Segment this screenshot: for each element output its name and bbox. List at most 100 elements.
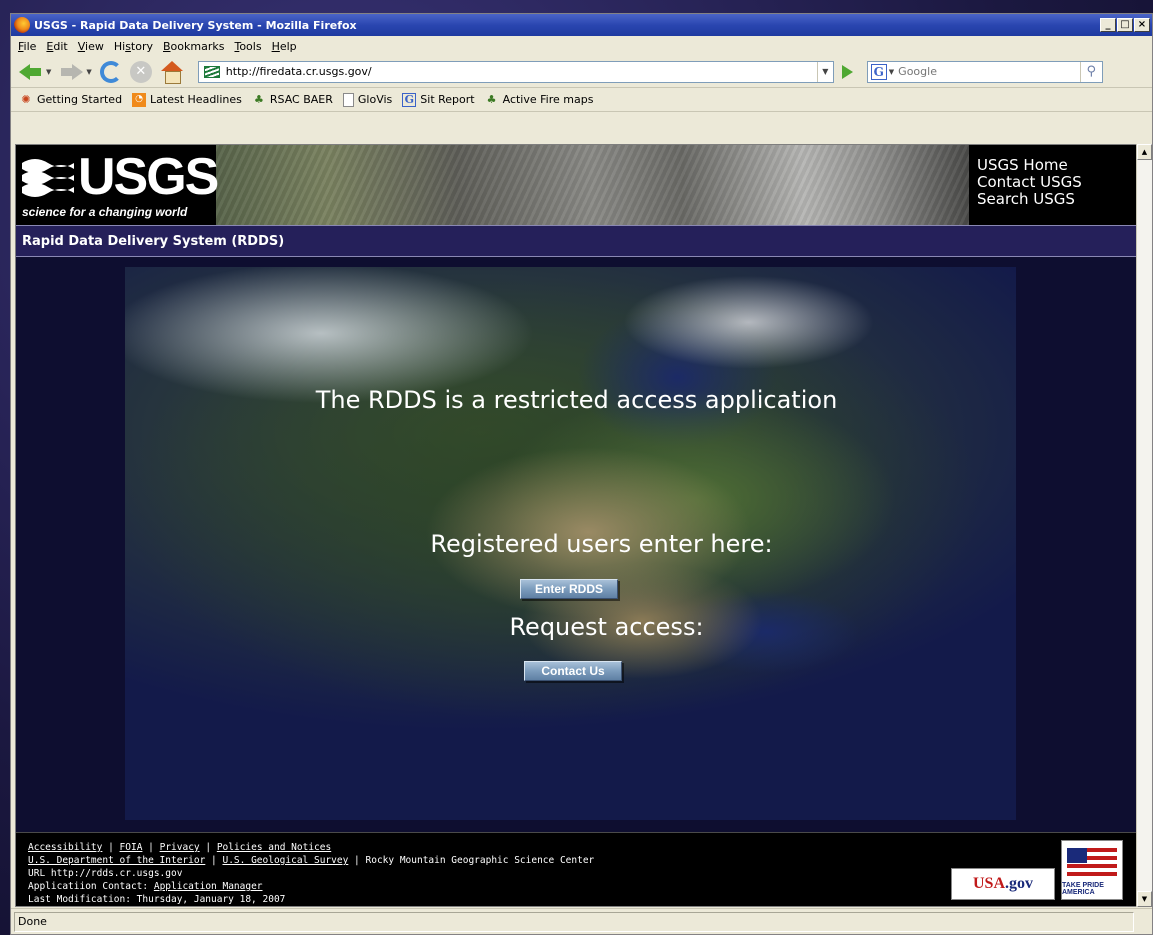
- request-access-heading: Request access:: [509, 613, 704, 641]
- menu-history[interactable]: History: [110, 40, 159, 53]
- rss-icon: ◔: [132, 92, 147, 107]
- take-pride-america-logo[interactable]: TAKE PRIDE AMERICA: [1061, 840, 1123, 900]
- registered-users-heading: Registered users enter here:: [430, 530, 773, 558]
- site-favicon-icon: [203, 65, 220, 78]
- usgs-logo-tagline: science for a changing world: [22, 205, 188, 219]
- contact-us-button[interactable]: Contact Us: [524, 661, 622, 681]
- usgs-header-banner: USGS science for a changing world USGS H…: [16, 145, 1137, 225]
- magnifier-icon: ⚲: [1086, 64, 1097, 79]
- search-input[interactable]: [898, 65, 1080, 78]
- policies-link[interactable]: Policies and Notices: [217, 842, 331, 853]
- menu-help[interactable]: Help: [268, 40, 303, 53]
- doi-link[interactable]: U.S. Department of the Interior: [28, 855, 205, 866]
- bookmark-label: Getting Started: [37, 93, 123, 106]
- topo-banner-image: [216, 145, 969, 225]
- bookmarks-toolbar: ✺ Getting Started ◔ Latest Headlines ♣ R…: [11, 88, 1152, 112]
- back-arrow-icon: [19, 62, 43, 82]
- minimize-button[interactable]: _: [1100, 18, 1116, 32]
- search-bar: G ▼ ⚲: [866, 60, 1103, 83]
- home-button[interactable]: [160, 60, 184, 84]
- take-pride-label: TAKE PRIDE AMERICA: [1062, 882, 1104, 896]
- footer-policy-links: Accessibility | FOIA | Privacy | Policie…: [28, 842, 332, 853]
- browser-window: USGS - Rapid Data Delivery System - Mozi…: [10, 13, 1153, 935]
- maximize-button[interactable]: □: [1117, 18, 1133, 32]
- search-usgs-link[interactable]: Search USGS: [977, 191, 1137, 208]
- usgs-logo[interactable]: USGS science for a changing world: [16, 145, 219, 225]
- bookmark-latest-headlines[interactable]: ◔ Latest Headlines: [132, 92, 242, 107]
- page-footer: Accessibility | FOIA | Privacy | Policie…: [16, 832, 1137, 906]
- navigation-toolbar: ▼ ▼ ✕ http://firedata.cr.usgs.gov/ ▼ G ▼…: [11, 56, 1152, 88]
- menu-bar: File Edit View History Bookmarks Tools H…: [11, 36, 1152, 56]
- bookmark-label: GloVis: [357, 93, 393, 106]
- back-history-dropdown-icon[interactable]: ▼: [46, 68, 51, 76]
- window-controls: _ □ ×: [1100, 18, 1150, 32]
- app-title-bar: Rapid Data Delivery System (RDDS): [16, 225, 1137, 257]
- forest-service-icon: ♣: [253, 93, 264, 106]
- privacy-link[interactable]: Privacy: [160, 842, 200, 853]
- url-text[interactable]: http://firedata.cr.usgs.gov/: [226, 65, 817, 78]
- vertical-scrollbar[interactable]: ▲ ▼: [1136, 144, 1152, 907]
- page-icon: [342, 92, 354, 107]
- usa-gov-suffix: .gov: [1005, 875, 1033, 892]
- url-bar[interactable]: http://firedata.cr.usgs.gov/ ▼: [197, 60, 834, 83]
- contact-prefix: Applicatiion Contact:: [28, 881, 154, 892]
- bookmark-label: Sit Report: [420, 93, 475, 106]
- forward-button[interactable]: ▼: [59, 62, 92, 82]
- forest-service-icon: ♣: [486, 93, 497, 106]
- scroll-up-arrow-icon[interactable]: ▲: [1137, 144, 1152, 160]
- enter-rdds-button[interactable]: Enter RDDS: [520, 579, 618, 599]
- menu-bookmarks[interactable]: Bookmarks: [159, 40, 230, 53]
- search-button[interactable]: ⚲: [1079, 61, 1102, 82]
- title-bar[interactable]: USGS - Rapid Data Delivery System - Mozi…: [11, 14, 1152, 36]
- bookmark-glovis[interactable]: GloVis: [342, 92, 393, 107]
- close-button[interactable]: ×: [1134, 18, 1150, 32]
- go-button[interactable]: [841, 64, 853, 79]
- bookmark-sit-report[interactable]: G Sit Report: [402, 92, 475, 107]
- menu-edit[interactable]: Edit: [42, 40, 73, 53]
- forward-arrow-icon: [59, 62, 84, 82]
- back-button[interactable]: ▼: [19, 62, 51, 82]
- usgs-home-link[interactable]: USGS Home: [977, 157, 1137, 174]
- window-title: USGS - Rapid Data Delivery System - Mozi…: [34, 18, 357, 32]
- stop-icon: ✕: [129, 60, 152, 83]
- map-section: The RDDS is a restricted access applicat…: [16, 257, 1137, 832]
- usa-gov-word: USA: [972, 875, 1005, 892]
- home-icon: [160, 60, 184, 84]
- menu-view[interactable]: View: [74, 40, 110, 53]
- contact-usgs-link[interactable]: Contact USGS: [977, 174, 1137, 191]
- bookmark-rsac-baer[interactable]: ♣ RSAC BAER: [252, 93, 333, 107]
- bookmark-active-fire-maps[interactable]: ♣ Active Fire maps: [485, 93, 594, 107]
- search-engine-icon[interactable]: G: [870, 63, 887, 80]
- menu-tools[interactable]: Tools: [230, 40, 267, 53]
- reload-button[interactable]: [99, 60, 122, 83]
- accessibility-link[interactable]: Accessibility: [28, 842, 102, 853]
- status-text: Done: [14, 911, 1134, 932]
- search-engine-dropdown-icon[interactable]: ▼: [889, 68, 894, 76]
- stop-button[interactable]: ✕: [129, 60, 152, 83]
- bookmark-label: RSAC BAER: [269, 93, 333, 106]
- url-history-dropdown[interactable]: ▼: [816, 61, 833, 82]
- application-manager-link[interactable]: Application Manager: [154, 881, 263, 892]
- bookmark-label: Active Fire maps: [502, 93, 594, 106]
- usgs-wave-icon: [22, 159, 74, 197]
- flag-icon: [1067, 848, 1117, 878]
- usa-gov-logo[interactable]: USA .gov: [951, 868, 1055, 900]
- scroll-down-arrow-icon[interactable]: ▼: [1137, 891, 1152, 907]
- page-content: USGS science for a changing world USGS H…: [15, 144, 1138, 907]
- reload-icon: [99, 60, 122, 83]
- bookmark-getting-started[interactable]: ✺ Getting Started: [19, 93, 122, 107]
- rmgsc-text: Rocky Mountain Geographic Science Center: [365, 855, 595, 866]
- bookmark-label: Latest Headlines: [150, 93, 242, 106]
- google-icon: G: [402, 92, 417, 107]
- app-title: Rapid Data Delivery System (RDDS): [22, 233, 285, 249]
- firefox-icon: ✺: [21, 93, 31, 106]
- footer-agency-line: U.S. Department of the Interior | U.S. G…: [28, 855, 595, 866]
- menu-file[interactable]: File: [14, 40, 42, 53]
- foia-link[interactable]: FOIA: [120, 842, 143, 853]
- header-links: USGS Home Contact USGS Search USGS: [969, 145, 1137, 225]
- usgs-link[interactable]: U.S. Geological Survey: [222, 855, 348, 866]
- forward-history-dropdown-icon[interactable]: ▼: [86, 68, 91, 76]
- restricted-access-notice: The RDDS is a restricted access applicat…: [315, 386, 838, 414]
- usgs-logo-word: USGS: [78, 148, 219, 206]
- status-bar: Done: [11, 908, 1152, 934]
